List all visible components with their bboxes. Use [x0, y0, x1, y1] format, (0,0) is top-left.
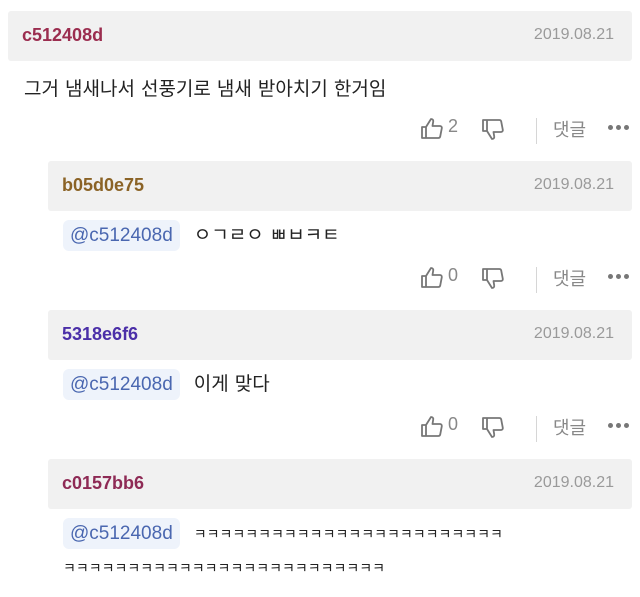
comment-actions: 0 댓글 [0, 263, 640, 295]
more-options-icon[interactable] [608, 125, 630, 131]
comment-author[interactable]: b05d0e75 [62, 175, 144, 196]
comment-body: @c512408d 이게 맞다 [63, 369, 270, 400]
thumbs-down-icon[interactable] [481, 117, 505, 141]
reply-button[interactable]: 댓글 [553, 265, 586, 291]
comment-text: ㅋㅋㅋㅋㅋㅋㅋㅋㅋㅋㅋㅋㅋㅋㅋㅋㅋㅋㅋㅋㅋㅋㅋㅋ [193, 527, 503, 543]
thumbs-up-icon[interactable] [420, 415, 444, 439]
thumbs-down-icon[interactable] [481, 266, 505, 290]
comment-body: @c512408d ㅇㄱㄹㅇ ㅃㅂㅋㅌ [63, 220, 340, 251]
comment-header: c0157bb6 2019.08.21 [48, 459, 632, 509]
comment-text: ㅇㄱㄹㅇ ㅃㅂㅋㅌ [193, 224, 340, 246]
comment-author[interactable]: 5318e6f6 [62, 324, 138, 345]
comment-header: c512408d 2019.08.21 [8, 11, 632, 61]
comment-date: 2019.08.21 [533, 474, 614, 491]
like-count: 0 [448, 414, 459, 434]
divider [536, 267, 537, 293]
comment-date: 2019.08.21 [533, 26, 614, 43]
more-options-icon[interactable] [608, 423, 630, 429]
thumbs-down-icon[interactable] [481, 415, 505, 439]
comment-author[interactable]: c512408d [22, 25, 103, 46]
comment-header: b05d0e75 2019.08.21 [48, 161, 632, 211]
like-count: 2 [448, 116, 459, 136]
comment-actions: 0 댓글 [0, 412, 640, 444]
thumbs-up-icon[interactable] [420, 117, 444, 141]
comment-body: @c512408d ㅋㅋㅋㅋㅋㅋㅋㅋㅋㅋㅋㅋㅋㅋㅋㅋㅋㅋㅋㅋㅋㅋㅋㅋ [63, 518, 633, 551]
thumbs-up-icon[interactable] [420, 266, 444, 290]
more-options-icon[interactable] [608, 274, 630, 280]
reply-button[interactable]: 댓글 [553, 414, 586, 440]
mention-tag[interactable]: @c512408d [63, 369, 180, 400]
like-count: 0 [448, 265, 459, 285]
comment-date: 2019.08.21 [533, 176, 614, 193]
mention-tag[interactable]: @c512408d [63, 220, 180, 251]
reply-button[interactable]: 댓글 [553, 116, 586, 142]
comment-text: 그거 냄새나서 선풍기로 냄새 받아치기 한거임 [24, 78, 387, 100]
comment-text-continued: ㅋㅋㅋㅋㅋㅋㅋㅋㅋㅋㅋㅋㅋㅋㅋㅋㅋㅋㅋㅋㅋㅋㅋㅋㅋ [63, 561, 385, 577]
divider [536, 416, 537, 442]
comment-date: 2019.08.21 [533, 325, 614, 342]
divider [536, 118, 537, 144]
mention-tag[interactable]: @c512408d [63, 518, 180, 549]
comment-author[interactable]: c0157bb6 [62, 473, 144, 494]
comment-text: 이게 맞다 [193, 373, 270, 395]
comment-actions: 2 댓글 [0, 114, 640, 146]
comment-header: 5318e6f6 2019.08.21 [48, 310, 632, 360]
